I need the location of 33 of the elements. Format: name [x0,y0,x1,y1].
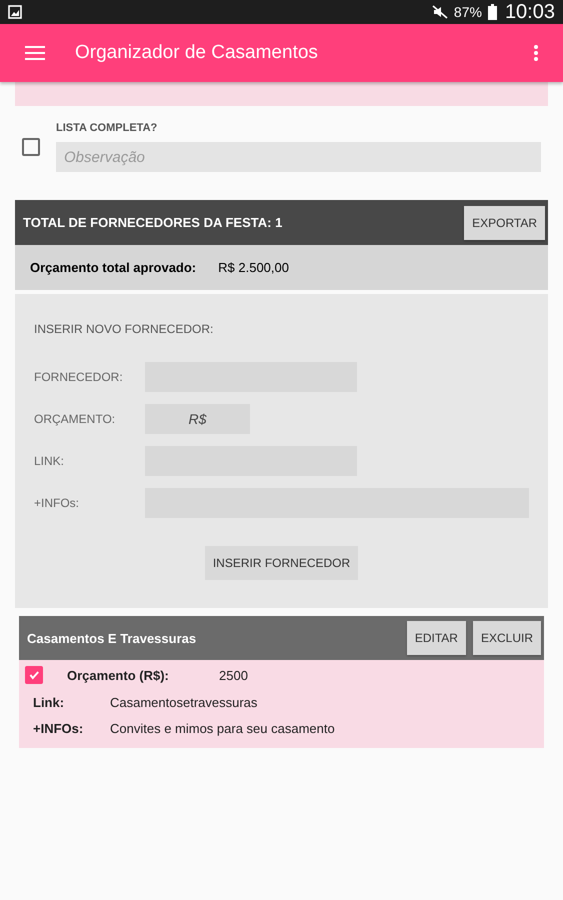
field-label: LINK: [34,454,66,468]
insert-button[interactable]: INSERIR FORNECEDOR [204,546,358,580]
check-icon [28,669,40,681]
budget-label: Orçamento (R$): [67,668,170,682]
budget-value: 2500 [219,668,248,682]
more-icon[interactable] [534,45,538,61]
menu-icon[interactable] [25,46,45,60]
supplier-total: TOTAL DE FORNECEDORES DA FESTA: 1 [23,215,284,230]
field-label: FORNECEDOR: [34,370,124,384]
field-label: ORÇAMENTO: [34,412,116,426]
export-button[interactable]: EXPORTAR [464,206,545,240]
budget-value: R$ 2.500,00 [218,260,289,275]
field-label: +INFOs: [34,496,80,510]
delete-button[interactable]: EXCLUIR [472,621,541,655]
supplier-name: Casamentos E Travessuras [27,630,198,646]
info-value: Convites e mimos para seu casamento [110,721,335,736]
image-icon [8,5,22,19]
edit-button[interactable]: EDITAR [406,621,466,655]
link-value: Casamentosetravessuras [110,695,258,710]
form-title: INSERIR NOVO FORNECEDOR: [34,322,214,336]
clock: 10:03 [504,0,555,24]
info-label: +INFOs: [33,721,84,736]
app-title: Organizador de Casamentos [75,42,319,64]
battery-icon [488,4,497,20]
battery-percentage: 87% [454,4,482,20]
checkbox[interactable] [22,138,40,156]
input-field[interactable]: R$ [145,404,250,434]
mute-icon [432,5,448,19]
observation-field[interactable]: Observação [56,142,541,172]
checkbox[interactable] [25,666,43,684]
budget-label: Orçamento total aprovado: [30,260,196,275]
link-label: Link: [33,695,66,710]
complete-list-label: LISTA COMPLETA? [56,122,158,134]
